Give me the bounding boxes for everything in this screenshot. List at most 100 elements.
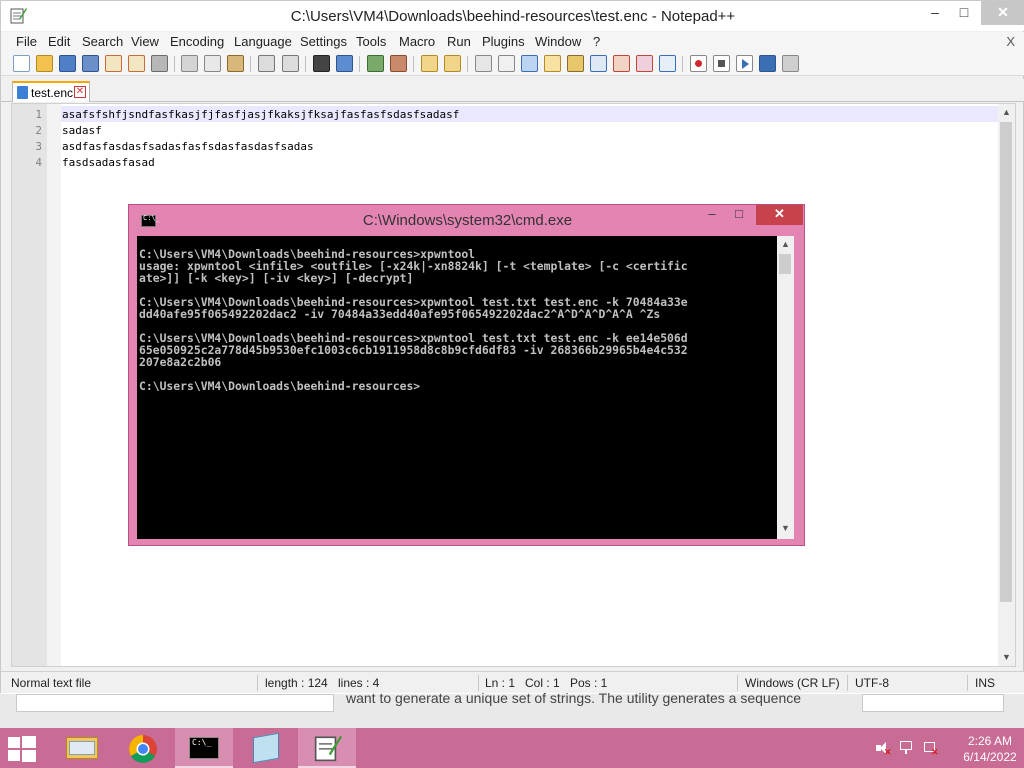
undo-icon[interactable] (258, 55, 275, 72)
toolbar (1, 52, 1024, 76)
close-all-icon[interactable] (128, 55, 145, 72)
redo-icon[interactable] (282, 55, 299, 72)
word-wrap-icon[interactable] (475, 55, 492, 72)
tab-test-enc[interactable]: test.enc ✕ (12, 81, 90, 102)
fold-margin[interactable] (47, 104, 61, 666)
maximize-button[interactable]: □ (947, 1, 981, 25)
cmd-close-button[interactable]: ✕ (756, 205, 803, 225)
scroll-down-icon[interactable]: ▼ (777, 523, 794, 533)
title-bar[interactable]: C:\Users\VM4\Downloads\beehind-resources… (1, 1, 1024, 31)
cmd-vertical-scrollbar[interactable]: ▲ ▼ (777, 236, 794, 539)
close-icon[interactable] (105, 55, 122, 72)
status-separator (257, 675, 258, 691)
menu-edit[interactable]: Edit (48, 34, 70, 49)
sync-vertical-icon[interactable] (421, 55, 438, 72)
save-macro-icon[interactable] (782, 55, 799, 72)
code-line[interactable]: sadasf (62, 124, 102, 137)
line-number: 4 (35, 156, 42, 169)
windows-logo-pane (8, 737, 20, 748)
file-explorer-icon[interactable] (53, 728, 111, 768)
cmd-console[interactable]: C:\Users\VM4\Downloads\beehind-resources… (137, 236, 794, 539)
scroll-up-icon[interactable]: ▲ (998, 107, 1015, 117)
menu-plugins[interactable]: Plugins (482, 34, 525, 49)
toolbar-separator (174, 56, 175, 72)
menu-tools[interactable]: Tools (356, 34, 386, 49)
stop-macro-icon[interactable] (713, 55, 730, 72)
insert-mode[interactable]: INS (975, 676, 995, 690)
close-button[interactable]: ✕ (981, 1, 1024, 25)
menu-window[interactable]: Window (535, 34, 581, 49)
cmd-window[interactable]: C:\_ C:\Windows\system32\cmd.exe – □ ✕ C… (128, 204, 805, 546)
play-macro-icon[interactable] (736, 55, 753, 72)
console-line: 65e050925c2a778d45b9530efc1003c6cb191195… (139, 343, 688, 357)
eye-icon[interactable] (659, 55, 676, 72)
sync-horizontal-icon[interactable] (444, 55, 461, 72)
menu-run[interactable]: Run (447, 34, 471, 49)
find-icon[interactable] (313, 55, 330, 72)
code-line[interactable]: fasdsadasfasad (62, 156, 155, 169)
menu-settings[interactable]: Settings (300, 34, 347, 49)
scrollbar-thumb[interactable] (1000, 122, 1012, 602)
file-type: Normal text file (11, 676, 92, 690)
background-panel (16, 694, 334, 712)
doc-map-icon[interactable] (544, 55, 561, 72)
copy-icon[interactable] (204, 55, 221, 72)
monitoring-icon[interactable] (613, 55, 630, 72)
menu-encoding[interactable]: Encoding (170, 34, 224, 49)
print-icon[interactable] (151, 55, 168, 72)
line-number: 3 (35, 140, 42, 153)
cmd-minimize-button[interactable]: – (699, 205, 725, 225)
volume-muted-icon[interactable]: ✕ (875, 740, 892, 757)
toolbar-separator (467, 56, 468, 72)
menu-help[interactable]: ? (593, 34, 600, 49)
cursor-col: Col : 1 (525, 676, 560, 690)
encoding[interactable]: UTF-8 (855, 676, 889, 690)
menu-search[interactable]: Search (82, 34, 123, 49)
background-panel (862, 694, 1004, 712)
cmd-maximize-button[interactable]: □ (726, 205, 752, 225)
clock-time[interactable]: 2:26 AM (956, 734, 1024, 748)
zoom-out-icon[interactable] (390, 55, 407, 72)
zoom-in-icon[interactable] (367, 55, 384, 72)
show-all-chars-icon[interactable] (498, 55, 515, 72)
eol-format[interactable]: Windows (CR LF) (745, 676, 840, 690)
cut-icon[interactable] (181, 55, 198, 72)
clock-date[interactable]: 6/14/2022 (956, 750, 1024, 764)
action-center-alert-icon[interactable]: ✕ (923, 740, 939, 757)
tab-close-icon[interactable]: ✕ (74, 86, 86, 98)
function-list-icon[interactable] (567, 55, 584, 72)
folder-as-workspace-icon[interactable] (636, 55, 653, 72)
console-line: ate>]] [-k <key>] [-iv <key>] [-decrypt] (139, 271, 414, 285)
notepad-icon[interactable] (237, 728, 295, 768)
scrollbar-thumb[interactable] (779, 254, 791, 274)
menu-view[interactable]: View (131, 34, 159, 49)
notepad-plus-plus-icon[interactable] (298, 728, 356, 768)
toolbar-separator (413, 56, 414, 72)
indent-guide-icon[interactable] (521, 55, 538, 72)
save-all-icon[interactable] (82, 55, 99, 72)
save-icon[interactable] (59, 55, 76, 72)
code-line[interactable]: asdfasfasdasfsadasfasfsdasfasdasfsadas (62, 140, 314, 153)
cmd-icon[interactable]: C:\_ (175, 728, 233, 768)
menu-macro[interactable]: Macro (399, 34, 435, 49)
new-file-icon[interactable] (13, 55, 30, 72)
folder-workspace-icon[interactable] (590, 55, 607, 72)
toolbar-separator (305, 56, 306, 72)
menu-language[interactable]: Language (234, 34, 292, 49)
run-macro-multiple-icon[interactable] (759, 55, 776, 72)
record-macro-icon[interactable] (690, 55, 707, 72)
code-line[interactable]: asafsfshfjsndfasfkasjfjfasfjasjfkaksjfks… (62, 108, 459, 121)
menu-file[interactable]: File (16, 34, 37, 49)
console-prompt: C:\Users\VM4\Downloads\beehind-resources… (139, 379, 421, 393)
replace-icon[interactable] (336, 55, 353, 72)
open-file-icon[interactable] (36, 55, 53, 72)
paste-icon[interactable] (227, 55, 244, 72)
status-separator (967, 675, 968, 691)
network-icon[interactable] (899, 740, 915, 756)
scroll-down-icon[interactable]: ▼ (998, 652, 1015, 662)
start-button[interactable] (8, 736, 38, 762)
scroll-up-icon[interactable]: ▲ (777, 239, 794, 249)
vertical-scrollbar[interactable]: ▲ ▼ (998, 104, 1015, 666)
close-document-button[interactable]: X (1006, 34, 1015, 49)
chrome-icon[interactable] (114, 728, 172, 768)
